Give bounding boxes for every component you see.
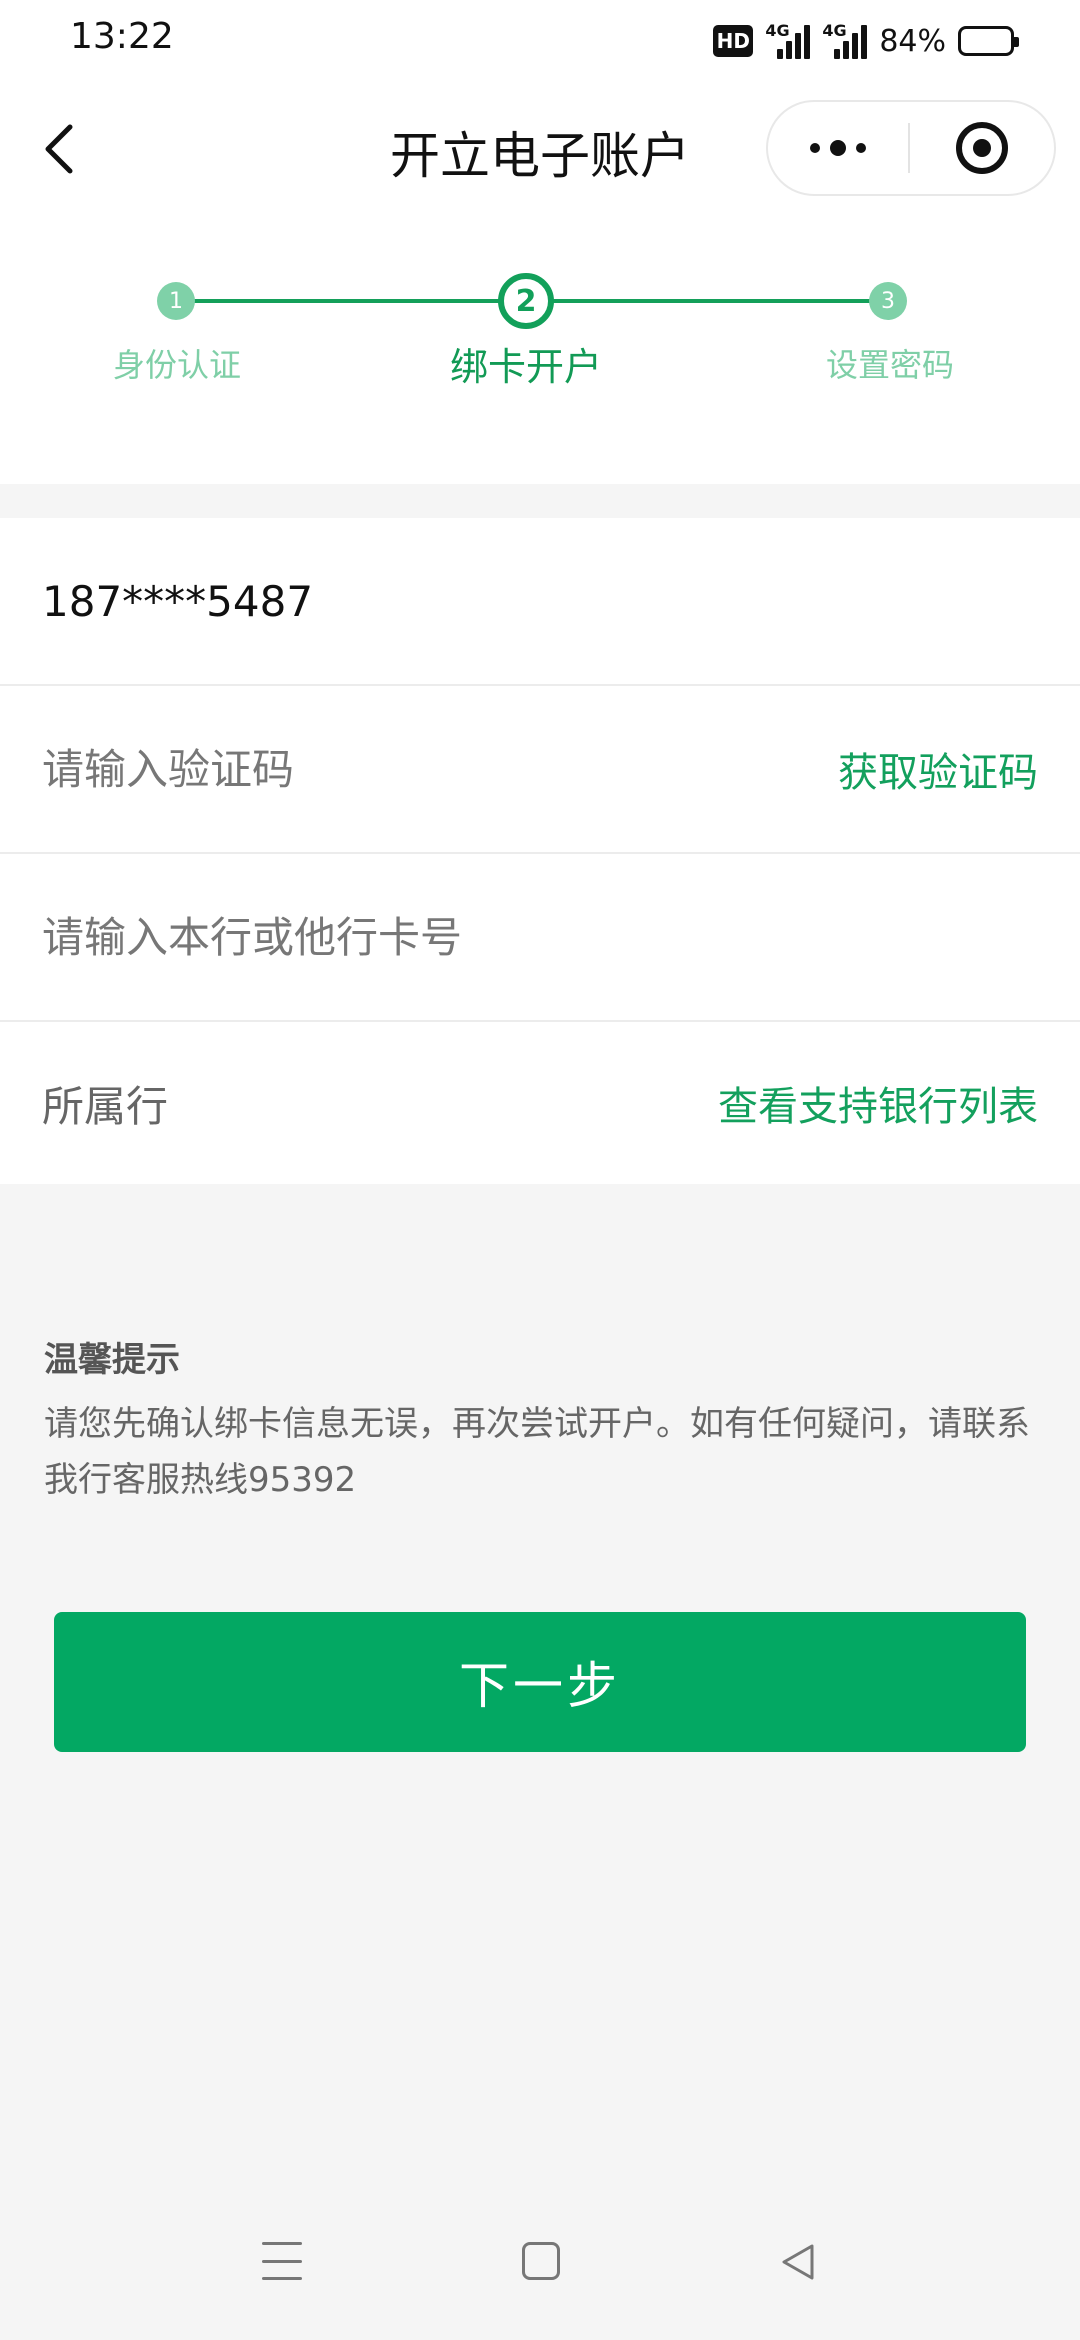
step-connector-1 <box>176 299 526 303</box>
step-connector-2 <box>526 299 888 303</box>
home-icon[interactable] <box>522 2242 560 2280</box>
phone-row: 187****5487 <box>0 518 1080 686</box>
nav-bar: 开立电子账户 <box>0 84 1080 214</box>
step-2-label: 绑卡开户 <box>449 345 602 389</box>
bank-row: 所属行 查看支持银行列表 <box>0 1022 1080 1184</box>
step-3-label: 设置密码 <box>825 346 954 384</box>
status-icons: HD 4G 4G 84% <box>713 18 1019 64</box>
next-step-button[interactable]: 下一步 <box>54 1612 1026 1752</box>
signal-2-icon: 4G <box>822 21 868 59</box>
recent-apps-icon[interactable] <box>262 2242 302 2280</box>
tips-title: 温馨提示 <box>44 1340 180 1380</box>
bind-card-form: 187****5487 获取验证码 所属行 查看支持银行列表 <box>0 518 1080 1184</box>
page: 13:22 HD 4G 4G 84% 开立电子账户 1 2 3 身份认证 绑卡开… <box>0 0 1080 2340</box>
signal-1-icon: 4G <box>765 21 811 59</box>
step-1-dot: 1 <box>157 282 195 320</box>
step-1-label: 身份认证 <box>112 346 241 384</box>
status-bar: 13:22 HD 4G 4G 84% <box>0 0 1080 84</box>
battery-percent: 84% <box>879 23 946 59</box>
system-back-icon[interactable] <box>778 2242 818 2282</box>
network-type-label-2: 4G <box>822 21 847 40</box>
supported-banks-link[interactable]: 查看支持银行列表 <box>718 1074 1038 1132</box>
system-navigation-bar <box>0 2230 1080 2310</box>
mini-program-capsule <box>766 100 1056 196</box>
step-2-dot: 2 <box>498 273 554 329</box>
get-code-button[interactable]: 获取验证码 <box>838 740 1038 798</box>
menu-line-3 <box>262 2277 302 2280</box>
verification-code-row: 获取验证码 <box>0 686 1080 854</box>
progress-steps: 1 2 3 身份认证 绑卡开户 设置密码 <box>0 214 1080 484</box>
more-dots-icon <box>810 143 820 153</box>
bank-label[interactable]: 所属行 <box>42 1073 718 1134</box>
menu-line-1 <box>262 2242 302 2245</box>
hd-voice-icon: HD <box>713 25 754 57</box>
card-number-row <box>0 854 1080 1022</box>
status-time: 13:22 <box>70 16 174 57</box>
close-button[interactable] <box>910 102 1054 194</box>
step-3-dot: 3 <box>869 282 907 320</box>
tips-body: 请您先确认绑卡信息无误，再次尝试开户。如有任何疑问，请联系我行客服热线95392 <box>44 1404 1030 1500</box>
more-dots-icon-right <box>856 143 866 153</box>
target-close-icon <box>956 122 1008 174</box>
verification-code-input[interactable] <box>42 744 838 794</box>
menu-line-2 <box>262 2259 302 2263</box>
more-dots-icon-center <box>830 140 846 156</box>
more-button[interactable] <box>768 102 908 194</box>
phone-number: 187****5487 <box>42 576 314 626</box>
network-type-label: 4G <box>765 21 790 40</box>
card-number-input[interactable] <box>42 912 1038 962</box>
battery-icon <box>958 26 1019 56</box>
